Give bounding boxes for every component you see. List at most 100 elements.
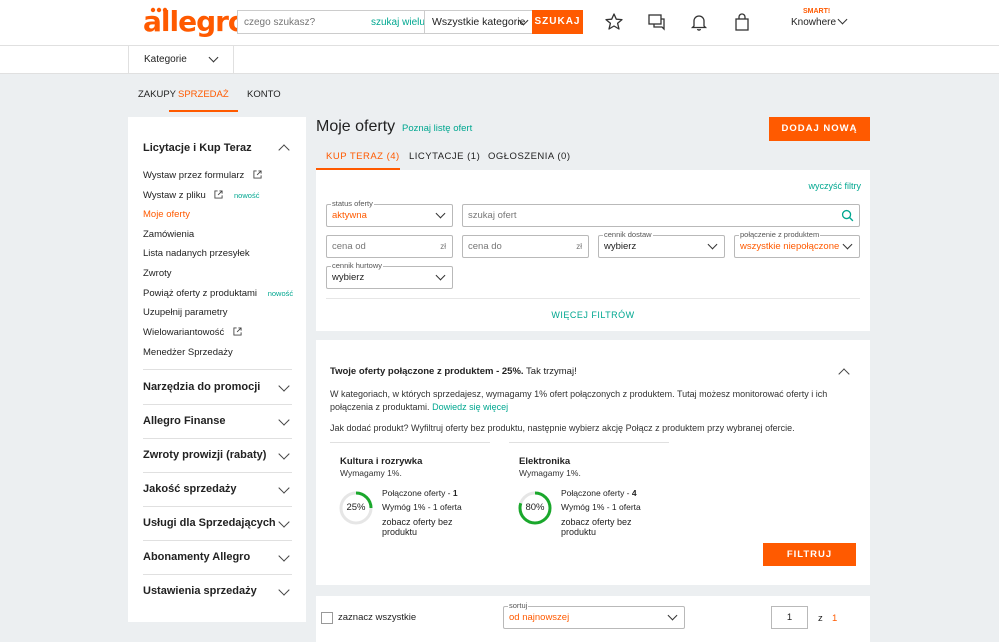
sidebar-item-variants[interactable]: Wielowariantowość — [143, 327, 242, 338]
chevron-down-icon — [208, 52, 219, 63]
sidebar-item-sales-manager[interactable]: Menedżer Sprzedaży — [143, 347, 233, 358]
status-select[interactable]: status oferty aktywna — [326, 199, 453, 227]
tab-ads[interactable]: OGŁOSZENIA (0) — [488, 151, 571, 169]
bell-icon[interactable] — [689, 12, 709, 32]
user-menu[interactable]: Knowhere — [791, 17, 836, 28]
divider — [143, 574, 292, 575]
sidebar-item-label: Wystaw przez formularz — [143, 170, 245, 181]
chevron-down-icon[interactable] — [278, 380, 290, 392]
learn-offer-list-link[interactable]: Poznaj listę ofert — [402, 123, 472, 134]
product-connection-value: wszystkie niepołączone — [740, 241, 840, 252]
product-connection-panel: Twoje oferty połączone z produktem - 25%… — [316, 340, 870, 585]
select-all-label[interactable]: zaznacz wszystkie — [338, 612, 416, 623]
chevron-down-icon[interactable] — [278, 516, 290, 528]
promo-title: Twoje oferty połączone z produktem - 25%… — [330, 366, 577, 377]
divider — [143, 506, 292, 507]
price-to-input[interactable]: cena do zł — [462, 235, 589, 258]
chevron-down-icon[interactable] — [278, 482, 290, 494]
chevron-down-icon[interactable] — [837, 14, 848, 25]
smart-badge: SMART! — [803, 8, 831, 15]
sidebar-section-title[interactable]: Licytacje i Kup Teraz — [143, 142, 252, 154]
category-select[interactable]: Wszystkie kategorie — [424, 11, 533, 33]
promo-description: W kategoriach, w których sprzedajesz, wy… — [330, 388, 860, 414]
requirement-line: Wymóg 1% - 1 oferta — [382, 502, 462, 512]
sidebar-item-parameters[interactable]: Uzupełnij parametry — [143, 307, 227, 318]
divider — [143, 404, 292, 405]
category-name: Kultura i rozrywka — [340, 456, 423, 467]
new-badge: nowość — [234, 191, 260, 200]
sidebar-section-settings[interactable]: Ustawienia sprzedaży — [143, 585, 257, 597]
search-button[interactable]: SZUKAJ — [532, 10, 583, 34]
sidebar-item-label: Powiąż oferty z produktami — [143, 288, 258, 299]
status-label: status oferty — [331, 199, 374, 208]
progress-percent: 80% — [525, 502, 545, 513]
messages-icon[interactable] — [647, 12, 667, 32]
page-total-link[interactable]: 1 — [832, 613, 837, 624]
offers-without-product-link[interactable]: zobacz oferty bez produktu — [382, 517, 490, 537]
sidebar-item-my-offers[interactable]: Moje oferty — [143, 209, 190, 220]
sidebar-item-link-products[interactable]: Powiąż oferty z produktami nowość — [143, 288, 293, 299]
product-connection-select[interactable]: połączenie z produktem wszystkie niepołą… — [734, 230, 860, 258]
offer-search-placeholder: szukaj ofert — [468, 210, 517, 221]
chevron-down-icon — [435, 270, 446, 281]
star-icon[interactable] — [604, 12, 624, 32]
delivery-label: cennik dostaw — [603, 230, 653, 239]
filters-panel: wyczyść filtry status oferty aktywna szu… — [316, 170, 870, 331]
more-filters-link[interactable]: WIĘCEJ FILTRÓW — [316, 310, 870, 320]
tab-sprzedaz[interactable]: SPRZEDAŻ — [169, 84, 238, 112]
chevron-down-icon[interactable] — [278, 448, 290, 460]
wholesale-pricing-select[interactable]: cennik hurtowy wybierz — [326, 261, 453, 289]
sidebar-item-orders[interactable]: Zamówienia — [143, 229, 194, 240]
delivery-pricing-select[interactable]: cennik dostaw wybierz — [598, 230, 725, 258]
chevron-up-icon[interactable] — [838, 368, 850, 380]
sort-select[interactable]: sortuj od najnowszej — [503, 601, 685, 629]
sidebar-item-file[interactable]: Wystaw z pliku nowość — [143, 190, 259, 201]
page-title: Moje oferty — [316, 118, 396, 135]
requirement-line: Wymóg 1% - 1 oferta — [561, 502, 641, 512]
status-value: aktywna — [332, 210, 367, 221]
chevron-down-icon[interactable] — [278, 584, 290, 596]
sidebar-section-rebates[interactable]: Zwroty prowizji (rabaty) — [143, 449, 266, 461]
sidebar-section-quality[interactable]: Jakość sprzedaży — [143, 483, 237, 495]
divider — [143, 540, 292, 541]
search-bar: szukaj wielu Wszystkie kategorie SZUKAJ — [237, 10, 583, 34]
tab-konto[interactable]: KONTO — [247, 84, 281, 112]
sidebar-item-shipments[interactable]: Lista nadanych przesyłek — [143, 248, 250, 259]
connected-label: Połączone oferty - — [561, 488, 632, 498]
sidebar-section-subscriptions[interactable]: Abonamenty Allegro — [143, 551, 250, 563]
chevron-down-icon[interactable] — [278, 550, 290, 562]
category-requirement: Wymagamy 1%. — [340, 468, 402, 478]
promo-howto: Jak dodać produkt? Wyfiltruj oferty bez … — [330, 423, 795, 433]
cart-bag-icon[interactable] — [732, 12, 752, 32]
page-number-input[interactable]: 1 — [771, 606, 808, 629]
sidebar-section-promotion[interactable]: Narzędzia do promocji — [143, 381, 260, 393]
sidebar-section-services[interactable]: Usługi dla Sprzedających — [143, 517, 276, 529]
categories-dropdown[interactable]: Kategorie — [128, 46, 234, 74]
allegro-logo[interactable]: allegro — [143, 5, 247, 38]
external-link-icon — [233, 327, 242, 336]
wholesale-value: wybierz — [332, 272, 365, 283]
offers-without-product-link[interactable]: zobacz oferty bez produktu — [561, 517, 669, 537]
sidebar-item-returns[interactable]: Zwroty — [143, 268, 172, 279]
filter-offers-button[interactable]: FILTRUJ OFERTY — [763, 543, 856, 583]
clear-filters-link[interactable]: wyczyść filtry — [809, 181, 862, 191]
user-name: Knowhere — [791, 17, 837, 28]
offer-search-input[interactable]: szukaj ofert — [462, 204, 860, 227]
add-new-button[interactable]: DODAJ NOWĄ — [769, 117, 870, 141]
sidebar-section-finance[interactable]: Allegro Finanse — [143, 415, 226, 427]
category-select-value: Wszystkie kategorie — [432, 16, 526, 28]
learn-more-link[interactable]: Dowiedz się więcej — [432, 402, 508, 412]
chevron-down-icon[interactable] — [278, 414, 290, 426]
sidebar-item-form[interactable]: Wystaw przez formularz — [143, 170, 262, 181]
offers-list-toolbar: zaznacz wszystkie sortuj od najnowszej 1… — [316, 596, 870, 642]
tab-buy-now[interactable]: KUP TERAZ (4) — [326, 151, 400, 169]
price-from-input[interactable]: cena od zł — [326, 235, 453, 258]
select-all-checkbox[interactable] — [321, 612, 333, 624]
divider — [326, 298, 860, 299]
search-many-link[interactable]: szukaj wielu — [371, 17, 425, 28]
chevron-up-icon[interactable] — [278, 144, 290, 156]
tab-auctions[interactable]: LICYTACJE (1) — [409, 151, 480, 169]
search-icon[interactable] — [841, 209, 854, 222]
external-link-icon — [253, 170, 262, 179]
sort-label: sortuj — [508, 601, 529, 610]
